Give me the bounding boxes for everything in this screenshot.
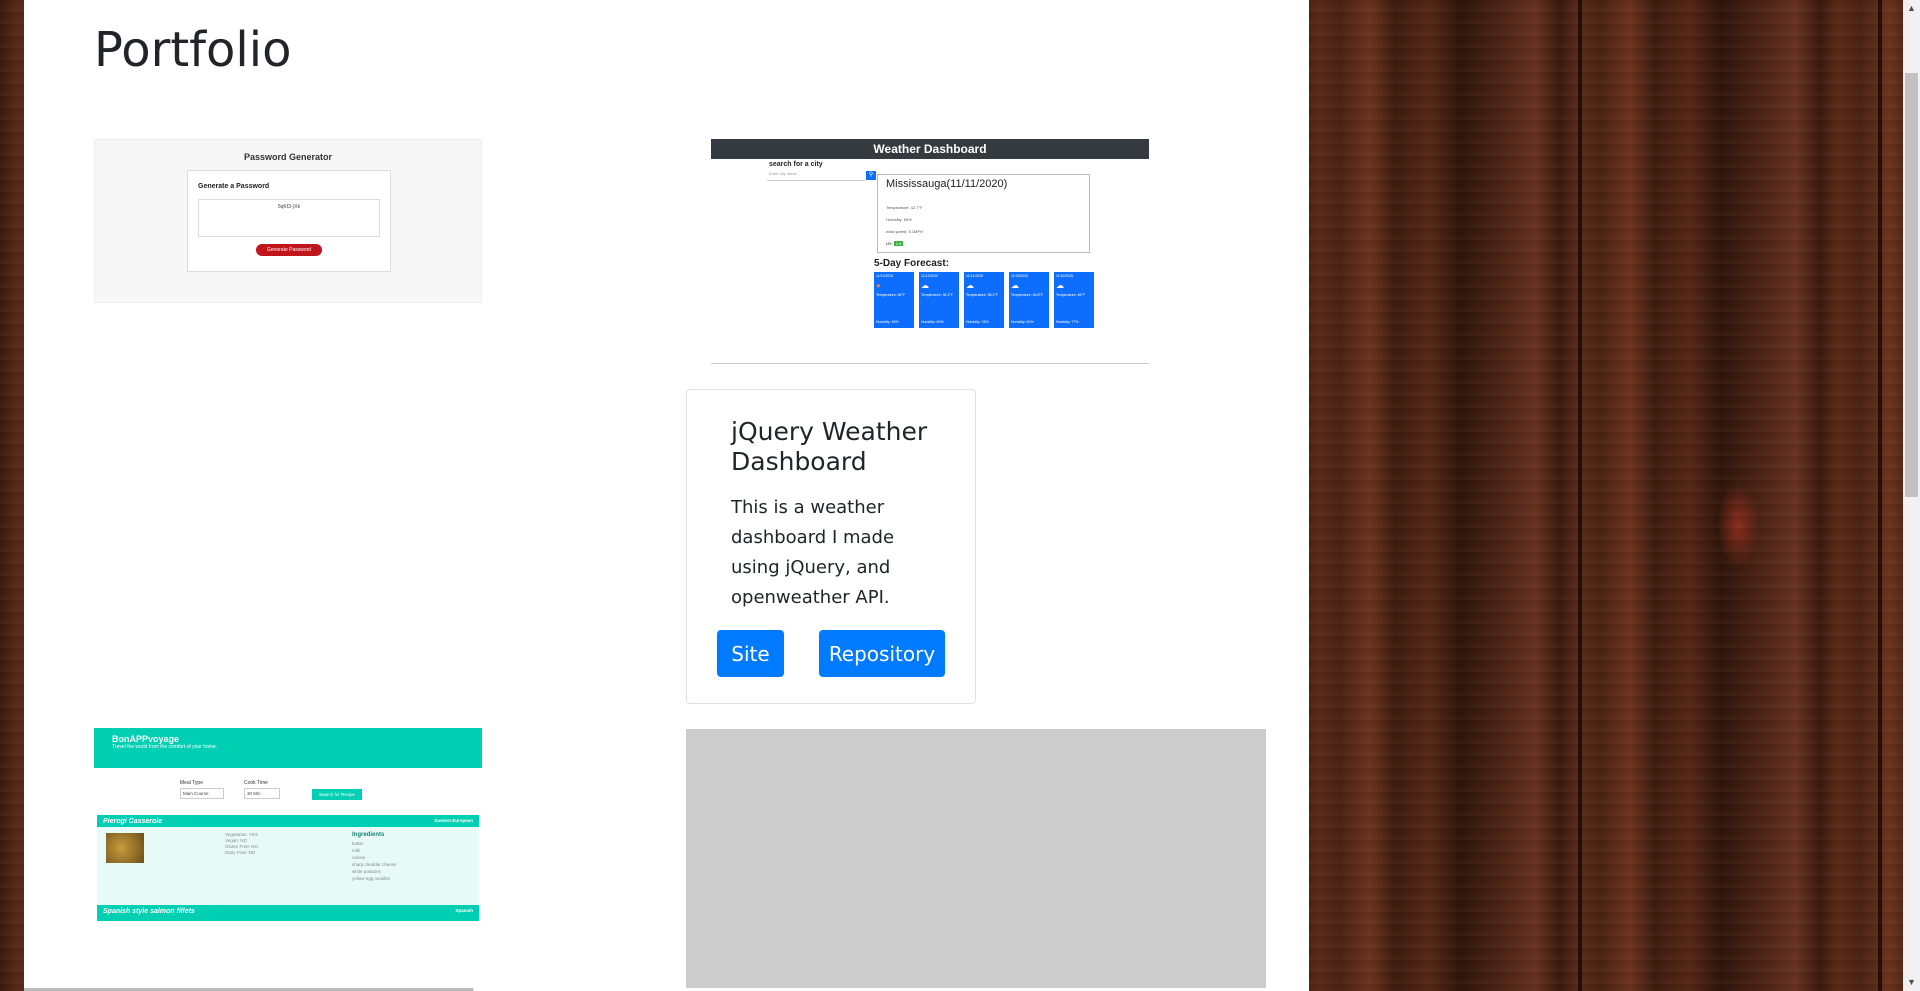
bon-ingredient: onions xyxy=(352,855,366,860)
wood-plank-seam xyxy=(1878,0,1882,991)
bon-ingredients-heading: Ingredients xyxy=(352,832,385,838)
wd-forecast-card: 11/13/2020 ☁ Temperature: 35.2°F Humidit… xyxy=(919,272,959,328)
wd-forecast-card: 11/14/2020 ☁ Temperature: 38.2°F Humidit… xyxy=(964,272,1004,328)
wd-forecast-date: 11/16/2020 xyxy=(1056,274,1074,278)
wd-uv: UV: 1.6 xyxy=(886,241,904,246)
portfolio-page: Portfolio Password Generator Generate a … xyxy=(24,0,1309,991)
scroll-up-arrow-icon[interactable]: ▲ xyxy=(1903,0,1920,17)
wd-forecast-humidity: Humidity: 76% xyxy=(966,320,989,324)
bon-recipe-2-bar: Spanish style salmon fillets Spanish xyxy=(97,905,479,921)
pg-card-heading: Generate a Password xyxy=(198,183,270,190)
wood-plank-seam xyxy=(1578,0,1582,991)
vertical-scrollbar[interactable]: ▲ ▼ xyxy=(1903,0,1920,991)
bon-diet-info: Vegetarian: YES Vegan: NO Gluten Free: N… xyxy=(225,832,258,856)
bon-recipe-1-body: Vegetarian: YES Vegan: NO Gluten Free: N… xyxy=(97,827,479,910)
wd-uv-value: 1.6 xyxy=(893,241,904,246)
cloud-icon: ☁ xyxy=(921,281,929,290)
wd-forecast-date: 11/12/2020 xyxy=(876,274,894,278)
bon-meal-type-label: Meal Type xyxy=(180,780,203,786)
scrollbar-thumb[interactable] xyxy=(1905,73,1918,497)
bon-ingredient: butter xyxy=(352,841,364,846)
page-title: Portfolio xyxy=(94,22,292,78)
wd-forecast-date: 11/13/2020 xyxy=(921,274,939,278)
bon-subtitle: Travel the world from the comfort of you… xyxy=(112,744,218,750)
wd-current-weather: Mississauga(11/11/2020) Temperature: 42.… xyxy=(877,174,1090,253)
wd-forecast-temp: Temperature: 46°F xyxy=(1056,293,1086,297)
wd-humidity: Humidity: 65% xyxy=(886,217,912,222)
wd-forecast-humidity: Humidity: 60% xyxy=(1011,320,1034,324)
wd-divider xyxy=(711,363,1149,364)
card-title: jQuery Weather Dashboard xyxy=(731,417,928,476)
wd-wind: wind speed: 5.1MPH xyxy=(886,229,923,234)
bon-cook-time-label: Cook Time xyxy=(244,780,268,786)
pg-generate-button: Generate Password xyxy=(256,244,322,256)
wd-search-input: Enter city name xyxy=(767,171,865,181)
bon-recipe-1-cuisine: Eastern European xyxy=(434,818,473,823)
bon-ingredient: milk xyxy=(352,848,360,853)
bon-ingredients-list: butter milk onions sharp cheddar cheese … xyxy=(352,840,397,882)
wd-forecast-date: 11/15/2020 xyxy=(1011,274,1029,278)
bon-ingredient: yellow egg noodles xyxy=(352,876,391,881)
wd-forecast-humidity: Humidity: 60% xyxy=(921,320,944,324)
pg-title: Password Generator xyxy=(243,152,333,162)
bon-search-button: Search for Recipe xyxy=(312,789,362,800)
wd-search-label: search for a city xyxy=(769,161,823,168)
project-card: jQuery Weather Dashboard This is a weath… xyxy=(686,389,976,704)
wd-forecast-card: 11/16/2020 ☁ Temperature: 46°F Humidity:… xyxy=(1054,272,1094,328)
wd-forecast-temp: Temperature: 35.2°F xyxy=(921,293,953,297)
bon-recipe-1-photo xyxy=(106,833,144,863)
card-description: This is a weather dashboard I made using… xyxy=(731,497,895,608)
wd-uv-label: UV: xyxy=(886,241,893,246)
wd-city: Mississauga(11/11/2020) xyxy=(886,178,1008,190)
magnifier-icon: ⚲ xyxy=(866,171,876,180)
wd-forecast-humidity: Humidity: 48% xyxy=(876,320,899,324)
wd-forecast-temp: Temperature: 46.8°F xyxy=(1011,293,1043,297)
site-button[interactable]: Site xyxy=(717,630,784,677)
cloud-icon: ☁ xyxy=(1011,281,1019,290)
wd-forecast-cards: 11/12/2020 ● Temperature: 46°F Humidity:… xyxy=(874,272,1094,328)
bon-meal-type-select: Main Course xyxy=(180,788,224,799)
bon-ingredient: white potatoes xyxy=(352,869,382,874)
project-image-placeholder[interactable] xyxy=(686,729,1266,991)
wd-header: Weather Dashboard xyxy=(711,139,1149,159)
bon-recipe-2-cuisine: Spanish xyxy=(455,908,473,913)
wd-forecast-date: 11/14/2020 xyxy=(966,274,984,278)
wd-forecast-card: 11/15/2020 ☁ Temperature: 46.8°F Humidit… xyxy=(1009,272,1049,328)
bon-cook-time-select: 30 Min xyxy=(244,788,280,799)
weather-dashboard-screenshot[interactable]: Weather Dashboard search for a city Ente… xyxy=(711,139,1149,364)
cloud-icon: ☁ xyxy=(1056,281,1064,290)
bonappvoyage-screenshot[interactable]: BonAPPvoyage Travel the world from the c… xyxy=(94,728,482,930)
wd-forecast-temp: Temperature: 46°F xyxy=(876,293,906,297)
bon-ingredient: sharp cheddar cheese xyxy=(352,862,397,867)
bon-header: BonAPPvoyage Travel the world from the c… xyxy=(94,728,482,768)
scroll-down-arrow-icon[interactable]: ▼ xyxy=(1903,974,1920,991)
bon-diet-line: Dairy Free: NO xyxy=(225,850,256,855)
wd-forecast-heading: 5-Day Forecast: xyxy=(874,258,950,269)
cloud-icon: ☁ xyxy=(966,281,974,290)
wd-temperature: Temperature: 42.7°F xyxy=(886,205,923,210)
repository-button[interactable]: Repository xyxy=(819,630,945,677)
bon-recipe-1-name: Pierogi Casserole xyxy=(103,818,163,825)
wd-forecast-temp: Temperature: 38.2°F xyxy=(966,293,998,297)
pg-password-box: 5qKf3-)Xk xyxy=(198,199,380,237)
pg-card: Generate a Password 5qKf3-)Xk Generate P… xyxy=(187,170,391,272)
bon-recipe-2-name: Spanish style salmon fillets xyxy=(103,908,195,915)
bon-title: BonAPPvoyage xyxy=(112,734,180,744)
sun-icon: ● xyxy=(876,281,881,290)
wd-forecast-humidity: Humidity: 77% xyxy=(1056,320,1079,324)
password-generator-screenshot[interactable]: Password Generator Generate a Password 5… xyxy=(94,139,482,303)
wd-forecast-card: 11/12/2020 ● Temperature: 46°F Humidity:… xyxy=(874,272,914,328)
